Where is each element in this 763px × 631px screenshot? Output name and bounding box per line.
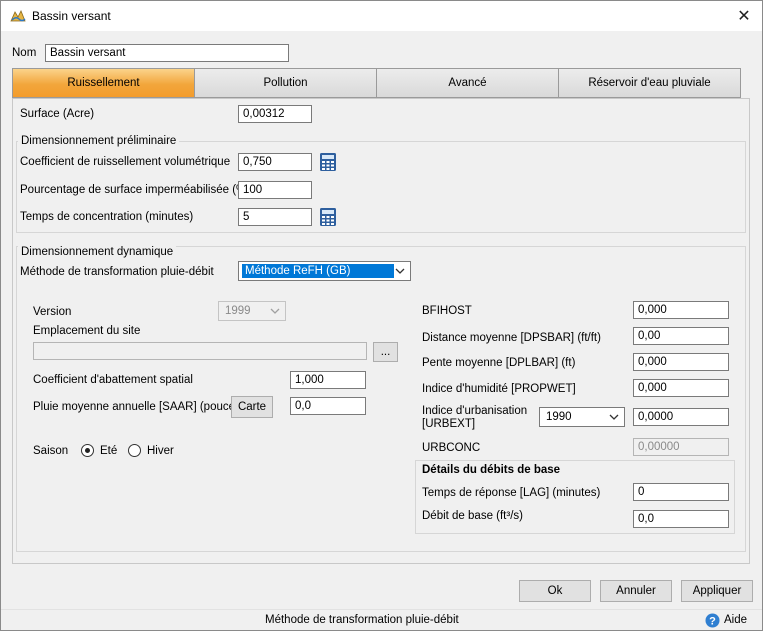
urbext-label-line1: Indice d'urbanisation: [422, 405, 528, 417]
tab-ruissellement[interactable]: Ruissellement: [12, 68, 195, 98]
runoff-coeff-label: Coefficient de ruissellement volumétriqu…: [20, 156, 231, 168]
propwet-label: Indice d'humidité [PROPWET]: [422, 383, 576, 395]
tab-pollution[interactable]: Pollution: [195, 68, 377, 98]
method-label: Méthode de transformation pluie-débit: [20, 266, 214, 278]
title-bar: Bassin versant ✕: [1, 1, 762, 31]
app-icon: [10, 10, 26, 22]
calculator-icon[interactable]: [319, 152, 337, 172]
season-winter-radio[interactable]: [128, 444, 141, 457]
base-flow-label: Débit de base (ft³/s): [422, 510, 523, 522]
lag-label: Temps de réponse [LAG] (minutes): [422, 487, 601, 499]
method-select[interactable]: Méthode ReFH (GB): [238, 261, 411, 281]
saar-label: Pluie moyenne annuelle [SAAR] (pouce): [33, 401, 239, 413]
bfihost-label: BFIHOST: [422, 305, 472, 317]
dplbar-label: Pente moyenne [DPLBAR] (ft): [422, 357, 576, 369]
cancel-button[interactable]: Annuler: [600, 580, 672, 602]
version-value: 1999: [225, 305, 251, 317]
urbext-year-select[interactable]: 1990: [539, 407, 625, 427]
concentration-time-input[interactable]: 5: [238, 208, 312, 226]
ok-button[interactable]: Ok: [519, 580, 591, 602]
dynamic-title: Dimensionnement dynamique: [18, 246, 177, 258]
method-selected-value: Méthode ReFH (GB): [242, 264, 394, 278]
dplbar-input[interactable]: 0,000: [633, 353, 729, 371]
lag-input[interactable]: 0: [633, 483, 729, 501]
runoff-coeff-input[interactable]: 0,750: [238, 153, 312, 171]
name-label: Nom: [12, 47, 37, 59]
season-label: Saison: [33, 445, 69, 457]
status-text: Méthode de transformation pluie-débit: [265, 614, 459, 626]
status-bar: Méthode de transformation pluie-débit ? …: [1, 609, 762, 630]
urbext-year-value: 1990: [546, 411, 572, 423]
urbconc-input[interactable]: 0,00000: [633, 438, 729, 456]
concentration-time-label: Temps de concentration (minutes): [20, 211, 194, 223]
dpsbar-input[interactable]: 0,00: [633, 327, 729, 345]
baseflow-title: Détails du débits de base: [422, 464, 561, 476]
surface-label: Surface (Acre): [20, 108, 95, 120]
chevron-down-icon: [270, 308, 280, 314]
close-icon[interactable]: ✕: [726, 1, 762, 31]
season-winter-label: Hiver: [147, 445, 174, 457]
site-location-label: Emplacement du site: [33, 325, 141, 337]
window-title: Bassin versant: [32, 9, 111, 23]
urbext-input[interactable]: 0,0000: [633, 408, 729, 426]
bfihost-input[interactable]: 0,000: [633, 301, 729, 319]
calculator-icon[interactable]: [319, 207, 337, 227]
version-select[interactable]: 1999: [218, 301, 286, 321]
propwet-input[interactable]: 0,000: [633, 379, 729, 397]
base-flow-input[interactable]: 0,0: [633, 510, 729, 528]
saar-input[interactable]: 0,0: [290, 397, 366, 415]
season-summer-label: Eté: [100, 445, 118, 457]
urbconc-label: URBCONC: [422, 442, 481, 454]
tab-bar: Ruissellement Pollution Avancé Réservoir…: [12, 68, 741, 98]
map-button[interactable]: Carte: [231, 396, 273, 418]
tab-reservoir[interactable]: Réservoir d'eau pluviale: [559, 68, 741, 98]
chevron-down-icon: [609, 414, 619, 420]
impervious-input[interactable]: 100: [238, 181, 312, 199]
svg-text:?: ?: [709, 615, 716, 627]
spatial-reduction-input[interactable]: 1,000: [290, 371, 366, 389]
browse-button[interactable]: ...: [373, 342, 398, 362]
help-icon[interactable]: ?: [705, 613, 720, 628]
dialog-window: Bassin versant ✕ Nom Bassin versant Ruis…: [0, 0, 763, 631]
spatial-reduction-label: Coefficient d'abattement spatial: [33, 374, 193, 386]
name-input[interactable]: Bassin versant: [45, 44, 289, 62]
chevron-down-icon: [395, 268, 405, 274]
urbext-label-line2: [URBEXT]: [422, 418, 476, 430]
apply-button[interactable]: Appliquer: [681, 580, 753, 602]
season-summer-radio[interactable]: [81, 444, 94, 457]
surface-input[interactable]: 0,00312: [238, 105, 312, 123]
version-label: Version: [33, 306, 72, 318]
tab-avance[interactable]: Avancé: [377, 68, 559, 98]
dpsbar-label: Distance moyenne [DPSBAR] (ft/ft): [422, 332, 601, 344]
site-location-input[interactable]: [33, 342, 367, 360]
preliminary-title: Dimensionnement préliminaire: [18, 135, 180, 147]
help-label[interactable]: Aide: [724, 614, 747, 626]
impervious-label: Pourcentage de surface imperméabilisée (…: [20, 184, 251, 196]
